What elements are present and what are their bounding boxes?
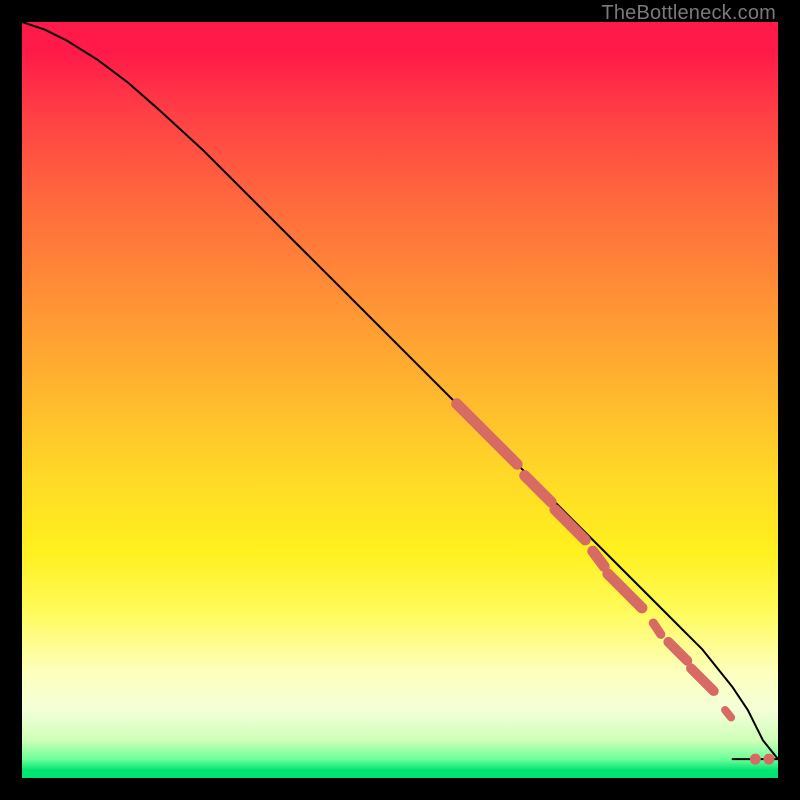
plot-area bbox=[22, 22, 778, 778]
curve-line bbox=[22, 22, 778, 759]
marker-dot bbox=[763, 754, 774, 765]
marker-dot bbox=[750, 754, 761, 765]
marker-capsule bbox=[457, 404, 517, 464]
plot-svg bbox=[22, 22, 778, 778]
watermark-text: TheBottleneck.com bbox=[601, 2, 776, 25]
marker-capsule bbox=[525, 476, 551, 502]
marker-group bbox=[457, 404, 775, 765]
marker-capsule bbox=[725, 710, 731, 718]
marker-capsule bbox=[608, 574, 642, 608]
marker-capsule bbox=[691, 668, 714, 691]
marker-capsule bbox=[668, 642, 687, 661]
chart-stage: TheBottleneck.com bbox=[0, 0, 800, 800]
marker-capsule bbox=[593, 551, 604, 566]
series-curve bbox=[22, 22, 778, 759]
marker-capsule bbox=[555, 510, 585, 540]
marker-capsule bbox=[653, 623, 661, 634]
